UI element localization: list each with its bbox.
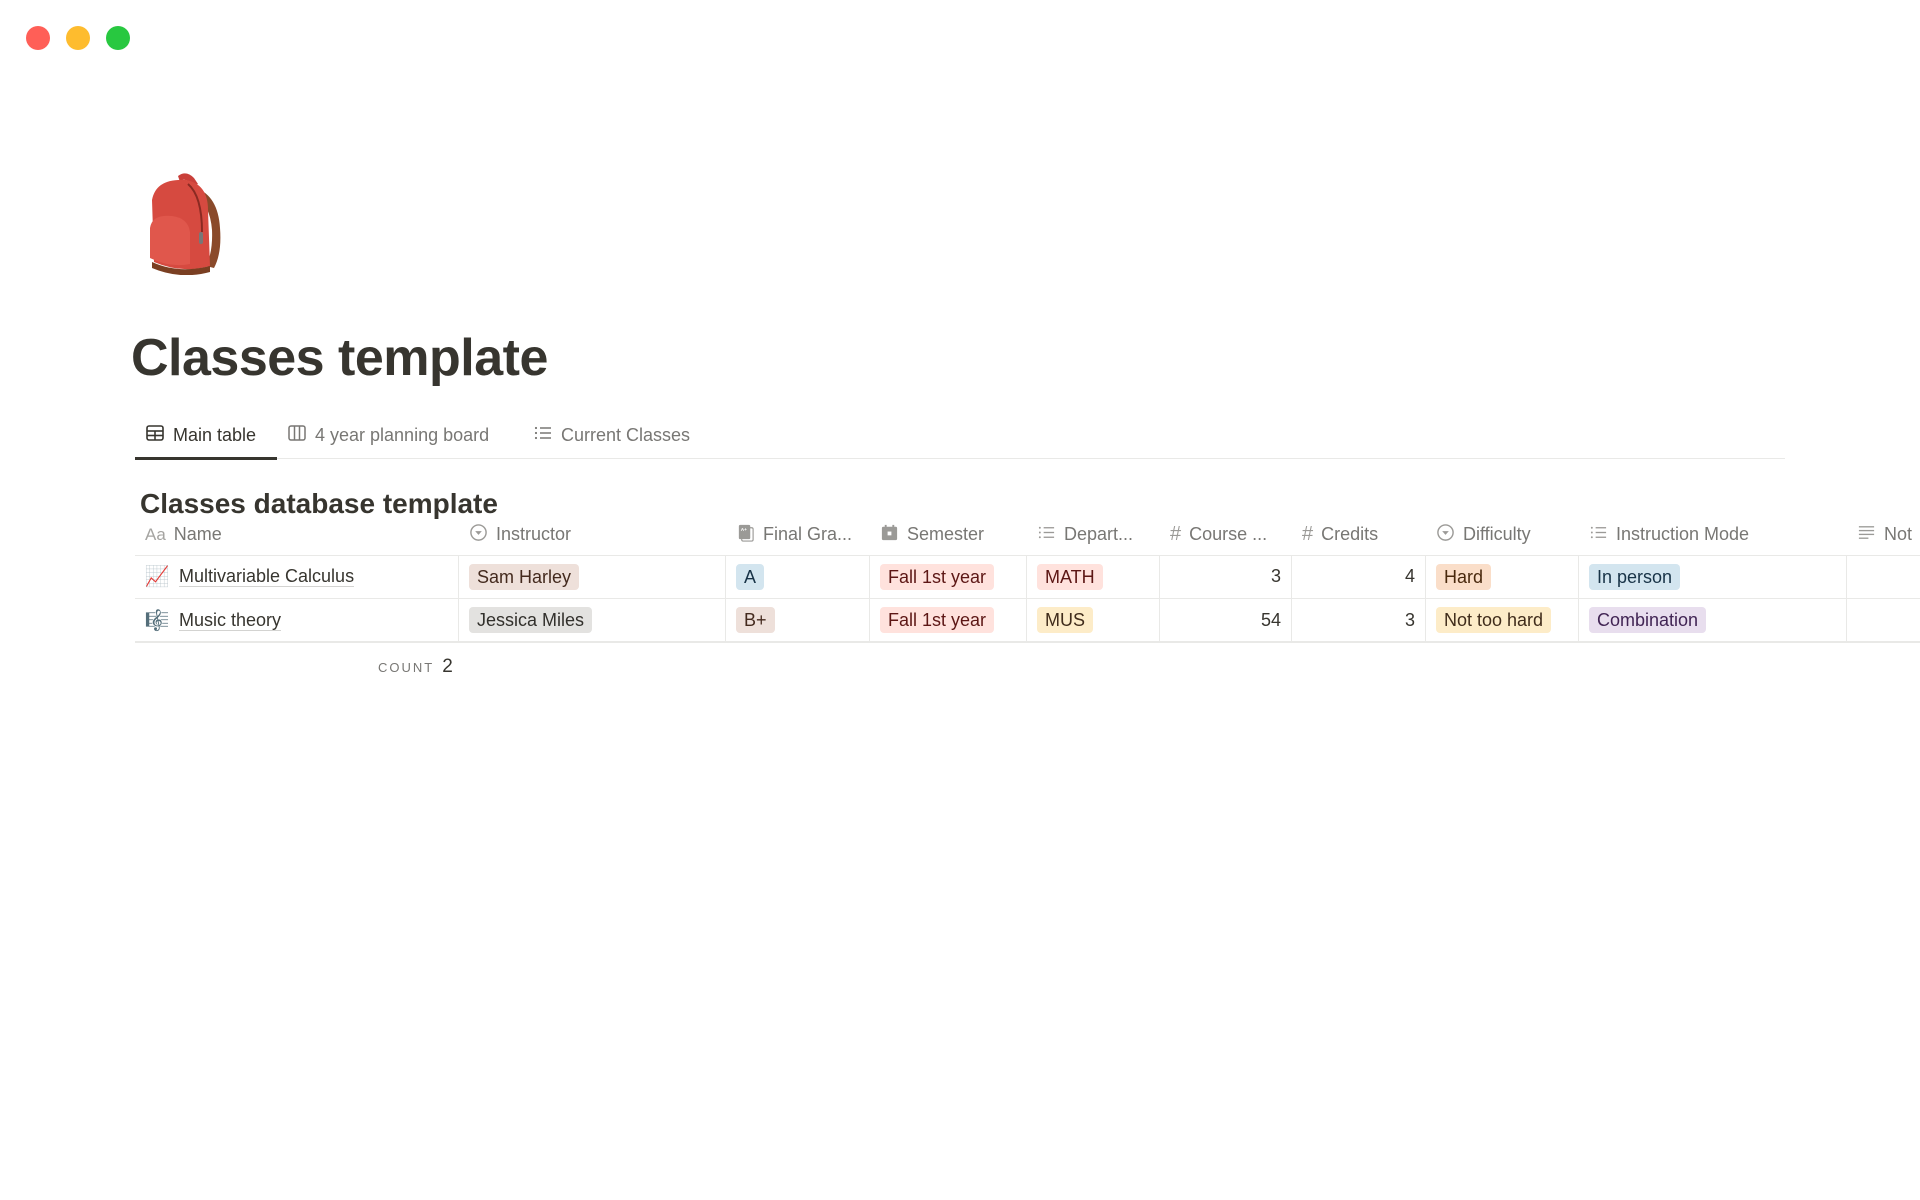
semester-tag: Fall 1st year: [880, 563, 995, 590]
cell-difficulty[interactable]: Hard: [1426, 555, 1579, 598]
window-maximize-button[interactable]: [106, 26, 130, 50]
chart-increasing-icon: 📈: [144, 566, 170, 588]
column-label: Difficulty: [1463, 524, 1531, 544]
tab-4-year-planning-board[interactable]: 4 year planning board: [277, 412, 512, 458]
cell-final-grade[interactable]: A: [726, 555, 870, 598]
column-header-name[interactable]: Aa Name: [135, 512, 459, 555]
mode-tag: Combination: [1589, 607, 1707, 633]
table-row[interactable]: 📈 Multivariable Calculus Sam Harley A Fa…: [135, 555, 1920, 599]
cell-notes[interactable]: [1847, 555, 1920, 598]
grade-icon: A+: [736, 523, 755, 547]
calendar-icon: [880, 523, 899, 547]
tab-label: 4 year planning board: [315, 424, 490, 445]
grade-tag: A: [736, 563, 765, 590]
column-header-instruction-mode[interactable]: Instruction Mode: [1579, 512, 1847, 555]
column-label: Credits: [1321, 524, 1379, 544]
row-title-link[interactable]: Multivariable Calculus: [179, 566, 355, 587]
board-icon: [287, 423, 307, 448]
list-icon: [533, 423, 553, 448]
column-header-instructor[interactable]: Instructor: [459, 512, 726, 555]
column-label: Semester: [907, 524, 985, 544]
tab-current-classes[interactable]: Current Classes: [523, 412, 713, 458]
column-label: Depart...: [1064, 524, 1134, 544]
column-label: Instructor: [496, 524, 572, 544]
cell-notes[interactable]: [1847, 599, 1920, 641]
page-title[interactable]: Classes template: [131, 326, 548, 390]
column-label: Not: [1884, 524, 1913, 544]
table-row[interactable]: 🎼 Music theory Jessica Miles B+ Fall 1st…: [135, 599, 1920, 643]
svg-text:A+: A+: [741, 527, 747, 533]
multi-select-icon: [1589, 523, 1608, 547]
column-header-course[interactable]: # Course ...: [1160, 512, 1292, 555]
view-tabs: Main table 4 year planning board Current…: [135, 412, 1785, 460]
table-icon: [145, 423, 165, 448]
instructor-tag: Sam Harley: [469, 563, 580, 590]
column-header-difficulty[interactable]: Difficulty: [1426, 512, 1579, 555]
column-header-semester[interactable]: Semester: [870, 512, 1027, 555]
difficulty-tag: Not too hard: [1436, 607, 1552, 633]
column-label: Name: [173, 524, 222, 544]
cell-name[interactable]: 📈 Multivariable Calculus: [135, 555, 459, 598]
semester-tag: Fall 1st year: [880, 607, 995, 633]
cell-department[interactable]: MATH: [1027, 555, 1160, 598]
column-header-department[interactable]: Depart...: [1027, 512, 1160, 555]
cell-course[interactable]: 3: [1160, 555, 1292, 598]
mode-tag: In person: [1589, 563, 1681, 590]
column-label: Course ...: [1189, 524, 1268, 544]
department-tag: MATH: [1037, 563, 1103, 590]
tab-main-table[interactable]: Main table: [135, 412, 277, 460]
cell-instructor[interactable]: Jessica Miles: [459, 599, 726, 641]
row-title-link[interactable]: Music theory: [179, 610, 282, 631]
select-icon: [469, 523, 488, 547]
select-icon: [1436, 523, 1455, 547]
cell-name[interactable]: 🎼 Music theory: [135, 599, 459, 641]
instructor-tag: Jessica Miles: [469, 607, 593, 633]
cell-difficulty[interactable]: Not too hard: [1426, 599, 1579, 641]
count-value: 2: [442, 656, 453, 677]
cell-credits[interactable]: 4: [1292, 555, 1426, 598]
musical-score-icon: 🎼: [144, 609, 170, 632]
column-header-notes[interactable]: Not: [1847, 512, 1920, 555]
cell-department[interactable]: MUS: [1027, 599, 1160, 641]
column-label: Instruction Mode: [1616, 524, 1750, 544]
department-tag: MUS: [1037, 607, 1093, 633]
multi-select-icon: [1037, 523, 1056, 547]
cell-course[interactable]: 54: [1160, 599, 1292, 641]
window-close-button[interactable]: [26, 26, 50, 50]
count-summary[interactable]: COUNT 2: [378, 656, 453, 678]
cell-semester[interactable]: Fall 1st year: [870, 599, 1027, 641]
difficulty-tag: Hard: [1436, 563, 1492, 590]
table-header: Aa Name Instructor A+ Final Gra... Semes…: [135, 512, 1920, 556]
text-icon: [1857, 523, 1876, 547]
cell-credits[interactable]: 3: [1292, 599, 1426, 641]
cell-final-grade[interactable]: B+: [726, 599, 870, 641]
cell-semester[interactable]: Fall 1st year: [870, 555, 1027, 598]
count-label: COUNT: [378, 660, 435, 675]
window-minimize-button[interactable]: [66, 26, 90, 50]
column-label: Final Gra...: [763, 524, 853, 544]
grade-tag: B+: [736, 607, 775, 633]
backpack-icon[interactable]: [138, 170, 228, 276]
tab-label: Main table: [173, 424, 257, 445]
cell-instruction-mode[interactable]: Combination: [1579, 599, 1847, 641]
column-header-credits[interactable]: # Credits: [1292, 512, 1426, 555]
cell-instructor[interactable]: Sam Harley: [459, 555, 726, 598]
title-icon: Aa: [145, 524, 166, 544]
cell-instruction-mode[interactable]: In person: [1579, 555, 1847, 598]
number-icon: #: [1170, 523, 1182, 545]
tab-label: Current Classes: [561, 424, 691, 445]
column-header-final-grade[interactable]: A+ Final Gra...: [726, 512, 870, 555]
number-icon: #: [1302, 523, 1314, 545]
